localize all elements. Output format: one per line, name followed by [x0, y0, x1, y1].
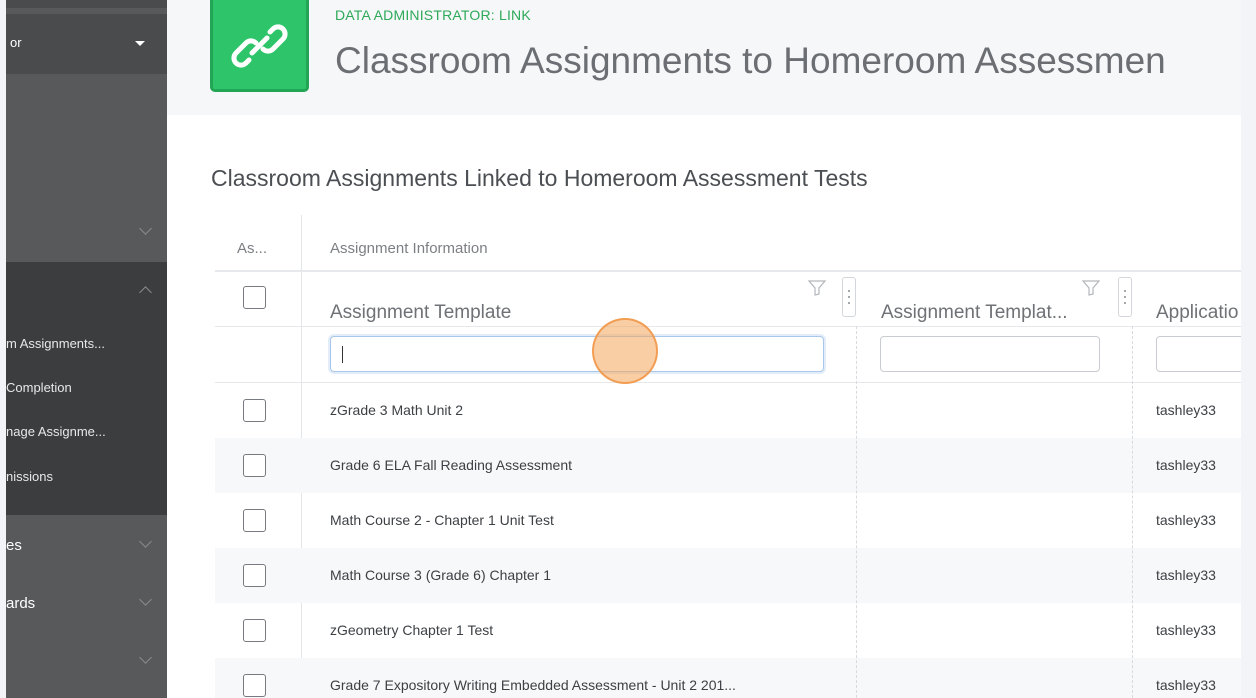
table-row[interactable]: Grade 7 Expository Writing Embedded Asse… [215, 658, 1241, 698]
assignment-template-cell: Math Course 2 - Chapter 1 Unit Test [330, 512, 554, 528]
sidebar-group-ards[interactable]: ards [6, 595, 35, 612]
row-checkbox[interactable] [243, 509, 266, 532]
link-icon [231, 24, 288, 68]
app-frame: or m Assignments... Completion nage Assi… [6, 0, 1241, 698]
sidebar-item-assignments[interactable]: m Assignments... [6, 336, 105, 351]
chevron-down-icon[interactable] [139, 651, 152, 664]
application-cell: tashley33 [1156, 457, 1216, 473]
column-separator [1132, 326, 1133, 698]
chevron-down-icon[interactable] [139, 593, 152, 606]
table-row[interactable]: Math Course 2 - Chapter 1 Unit Test tash… [215, 493, 1241, 548]
assignment-template-cell: Math Course 3 (Grade 6) Chapter 1 [330, 567, 551, 583]
column-menu-button[interactable] [842, 277, 856, 317]
column-separator [856, 326, 857, 698]
column-menu-button[interactable] [1118, 277, 1132, 317]
click-indicator [592, 318, 658, 384]
sidebar-group-es[interactable]: es [6, 537, 22, 554]
link-logo [210, 0, 309, 92]
section-title: Classroom Assignments Linked to Homeroom… [211, 165, 868, 191]
sidebar-item-permissions[interactable]: nissions [6, 469, 53, 484]
page-title: Classroom Assignments to Homeroom Assess… [335, 40, 1166, 81]
application-filter-input[interactable] [1156, 336, 1241, 372]
application-cell: tashley33 [1156, 677, 1216, 693]
sidebar-item-completion[interactable]: Completion [6, 380, 72, 395]
sidebar: or m Assignments... Completion nage Assi… [6, 0, 167, 698]
assignment-template-cell: zGrade 3 Math Unit 2 [330, 402, 464, 418]
row-checkbox[interactable] [243, 674, 266, 697]
filter-icon[interactable] [808, 280, 826, 296]
application-cell: tashley33 [1156, 402, 1216, 418]
assignment-template-cell: Grade 7 Expository Writing Embedded Asse… [330, 677, 736, 693]
filter-icon[interactable] [1082, 280, 1100, 296]
column-group-assignment-info[interactable]: Assignment Information [330, 240, 488, 257]
sidebar-top-bar [6, 0, 167, 8]
row-checkbox[interactable] [243, 454, 266, 477]
table-row[interactable]: zGrade 3 Math Unit 2 tashley33 [215, 383, 1241, 438]
chevron-down-icon[interactable] [139, 535, 152, 548]
application-cell: tashley33 [1156, 567, 1216, 583]
group-header-divider [215, 270, 1241, 272]
text-cursor [342, 346, 343, 363]
application-cell: tashley33 [1156, 622, 1216, 638]
row-checkbox[interactable] [243, 399, 266, 422]
header-divider [215, 326, 1241, 327]
table-row[interactable]: Math Course 3 (Grade 6) Chapter 1 tashle… [215, 548, 1241, 603]
chevron-down-icon[interactable] [139, 222, 152, 235]
sidebar-role-label: or [10, 35, 22, 50]
row-checkbox[interactable] [243, 564, 266, 587]
table-row[interactable]: Grade 6 ELA Fall Reading Assessment tash… [215, 438, 1241, 493]
assignment-template-cell: zGeometry Chapter 1 Test [330, 622, 494, 638]
application-cell: tashley33 [1156, 512, 1216, 528]
row-checkbox[interactable] [243, 619, 266, 642]
assignment-template-filter-input[interactable] [330, 336, 824, 372]
column-header-assignment-template[interactable]: Assignment Template [330, 302, 511, 324]
page-header: DATA ADMINISTRATOR: LINK Classroom Assig… [167, 0, 1241, 115]
assignment-template-2-filter-input[interactable] [880, 336, 1100, 372]
select-all-checkbox[interactable] [243, 286, 266, 309]
caret-down-icon[interactable] [135, 41, 145, 46]
table-row[interactable]: zGeometry Chapter 1 Test tashley33 [215, 603, 1241, 658]
column-header-application[interactable]: Applicatio [1156, 302, 1238, 324]
assignment-template-cell: Grade 6 ELA Fall Reading Assessment [330, 457, 573, 473]
sidebar-item-manage-assignments[interactable]: nage Assignme... [6, 424, 106, 439]
column-group-as[interactable]: As... [237, 240, 267, 257]
page-eyebrow: DATA ADMINISTRATOR: LINK [335, 7, 531, 23]
column-header-assignment-template-2[interactable]: Assignment Templat... [881, 302, 1068, 324]
